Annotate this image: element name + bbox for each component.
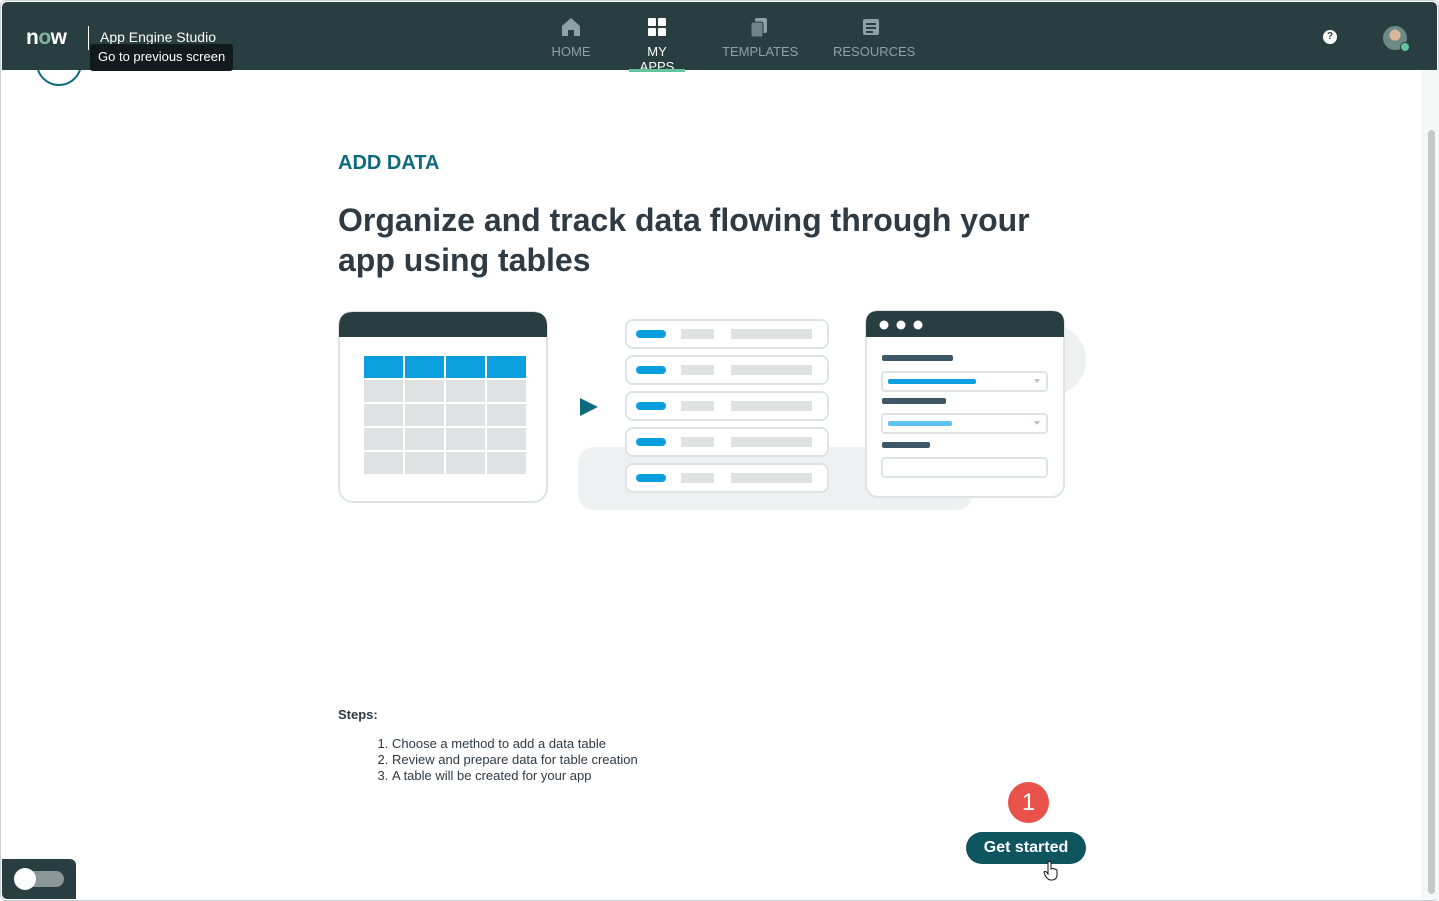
grid-icon [648, 18, 666, 36]
step-item: A table will be created for your app [392, 768, 638, 784]
nav-home[interactable]: HOME [548, 16, 594, 72]
document-icon [863, 19, 879, 35]
nav-templates[interactable]: TEMPLATES [722, 16, 799, 72]
nav-my-apps[interactable]: MY APPS [629, 16, 685, 74]
home-icon [562, 18, 580, 36]
step-badge: 1 [1008, 782, 1049, 823]
steps-title: Steps: [338, 707, 378, 722]
nav-resources-label: RESOURCES [833, 44, 916, 59]
step-item: Choose a method to add a data table [392, 736, 638, 752]
section-eyebrow: ADD DATA [338, 152, 440, 174]
hand-cursor-icon [1043, 861, 1058, 881]
page-scrollbar[interactable] [1422, 70, 1439, 899]
copy-icon [750, 18, 767, 38]
add-data-illustration [338, 310, 1086, 510]
scrollbar-thumb[interactable] [1428, 130, 1435, 894]
app-title[interactable]: App Engine Studio [100, 29, 216, 45]
page-headline: Organize and track data flowing through … [338, 202, 1030, 278]
step-item: Review and prepare data for table creati… [392, 752, 638, 768]
back-tooltip: Go to previous screen [90, 44, 234, 71]
toggle-panel [2, 859, 76, 899]
nav-templates-label: TEMPLATES [722, 44, 799, 59]
nav-my-apps-label: MY APPS [639, 44, 675, 74]
nav-resources[interactable]: RESOURCES [833, 16, 916, 72]
now-logo[interactable]: now [26, 26, 67, 50]
toggle-knob[interactable] [14, 868, 36, 890]
steps-list: Choose a method to add a data table Revi… [362, 736, 638, 784]
user-avatar[interactable] [1383, 26, 1410, 52]
get-started-button[interactable]: Get started [966, 832, 1086, 864]
help-icon[interactable]: ? [1323, 30, 1337, 44]
nav-home-label: HOME [551, 44, 591, 59]
logo-divider [88, 26, 89, 50]
